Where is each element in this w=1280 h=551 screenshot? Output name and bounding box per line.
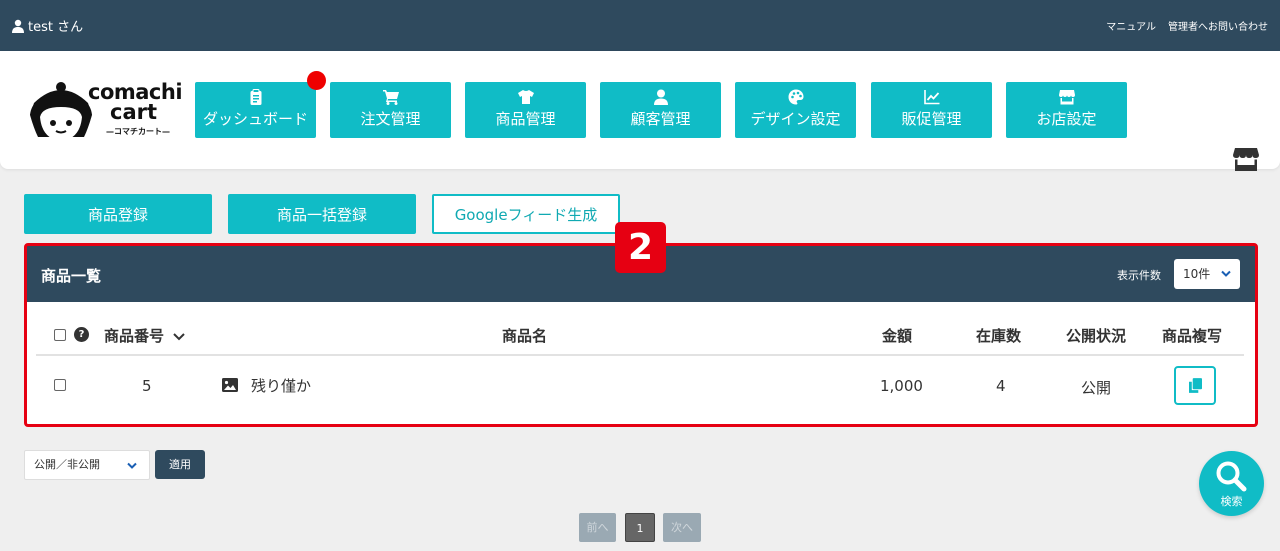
nav-label: 顧客管理 [630,110,691,128]
logo-text-cart: cart [110,100,158,124]
user-icon [12,19,24,33]
user-menu[interactable]: test さん [12,16,83,35]
nav-label: お店設定 [1036,110,1097,128]
tshirt-icon [517,90,534,104]
bulk-status-value: 公開／非公開 [34,458,100,471]
nav-products-button[interactable]: 商品管理 [465,82,586,138]
chevron-down-icon [127,462,137,469]
nav-promotion-button[interactable]: 販促管理 [871,82,992,138]
storefront-icon[interactable] [1233,146,1259,172]
user-icon [653,89,668,105]
contact-admin-link[interactable]: 管理者へお問い合わせ [1168,18,1268,33]
product-bulk-register-button[interactable]: 商品一括登録 [228,194,416,234]
comachi-cart-logo[interactable]: comachi cart —コマチカート— [26,81,186,161]
search-fab-button[interactable]: 検索 [1199,451,1264,516]
product-register-button[interactable]: 商品登録 [24,194,212,234]
chart-line-icon [923,90,939,105]
nav-label: 販促管理 [901,110,962,128]
user-name: test さん [28,20,84,35]
nav-design-button[interactable]: デザイン設定 [735,82,856,138]
nav-dashboard-button[interactable]: ダッシュボード [195,82,316,138]
nav-label: 商品管理 [495,110,556,128]
notification-dot [307,71,326,90]
cart-icon [382,90,399,105]
nav-label: 注文管理 [360,110,421,128]
nav-customers-button[interactable]: 顧客管理 [600,82,721,138]
manual-link[interactable]: マニュアル [1106,18,1156,33]
search-fab-label: 検索 [1220,495,1243,508]
bulk-status-select[interactable]: 公開／非公開 [24,450,150,480]
clipboard-icon [250,89,261,105]
store-icon [1058,90,1075,105]
nav-label: ダッシュボード [202,110,308,128]
annotation-number-badge: 2 [615,222,666,273]
palette-icon [788,89,803,105]
nav-shop-settings-button[interactable]: お店設定 [1006,82,1127,138]
nav-orders-button[interactable]: 注文管理 [330,82,451,138]
pagination-next[interactable]: 次へ [663,513,701,542]
nav-label: デザイン設定 [750,110,841,128]
pagination-prev[interactable]: 前へ [579,513,616,542]
search-icon [1216,461,1247,492]
pagination-current[interactable]: 1 [625,513,655,542]
logo-face-icon [30,82,92,141]
logo-text-kana: —コマチカート— [106,127,170,136]
apply-button[interactable]: 適用 [155,450,205,479]
main-header: comachi cart —コマチカート— ダッシュボード 注文管理 商品管理 … [0,51,1280,172]
top-bar: test さん マニュアル 管理者へお問い合わせ [0,0,1280,51]
google-feed-button[interactable]: Googleフィード生成 [432,194,620,234]
